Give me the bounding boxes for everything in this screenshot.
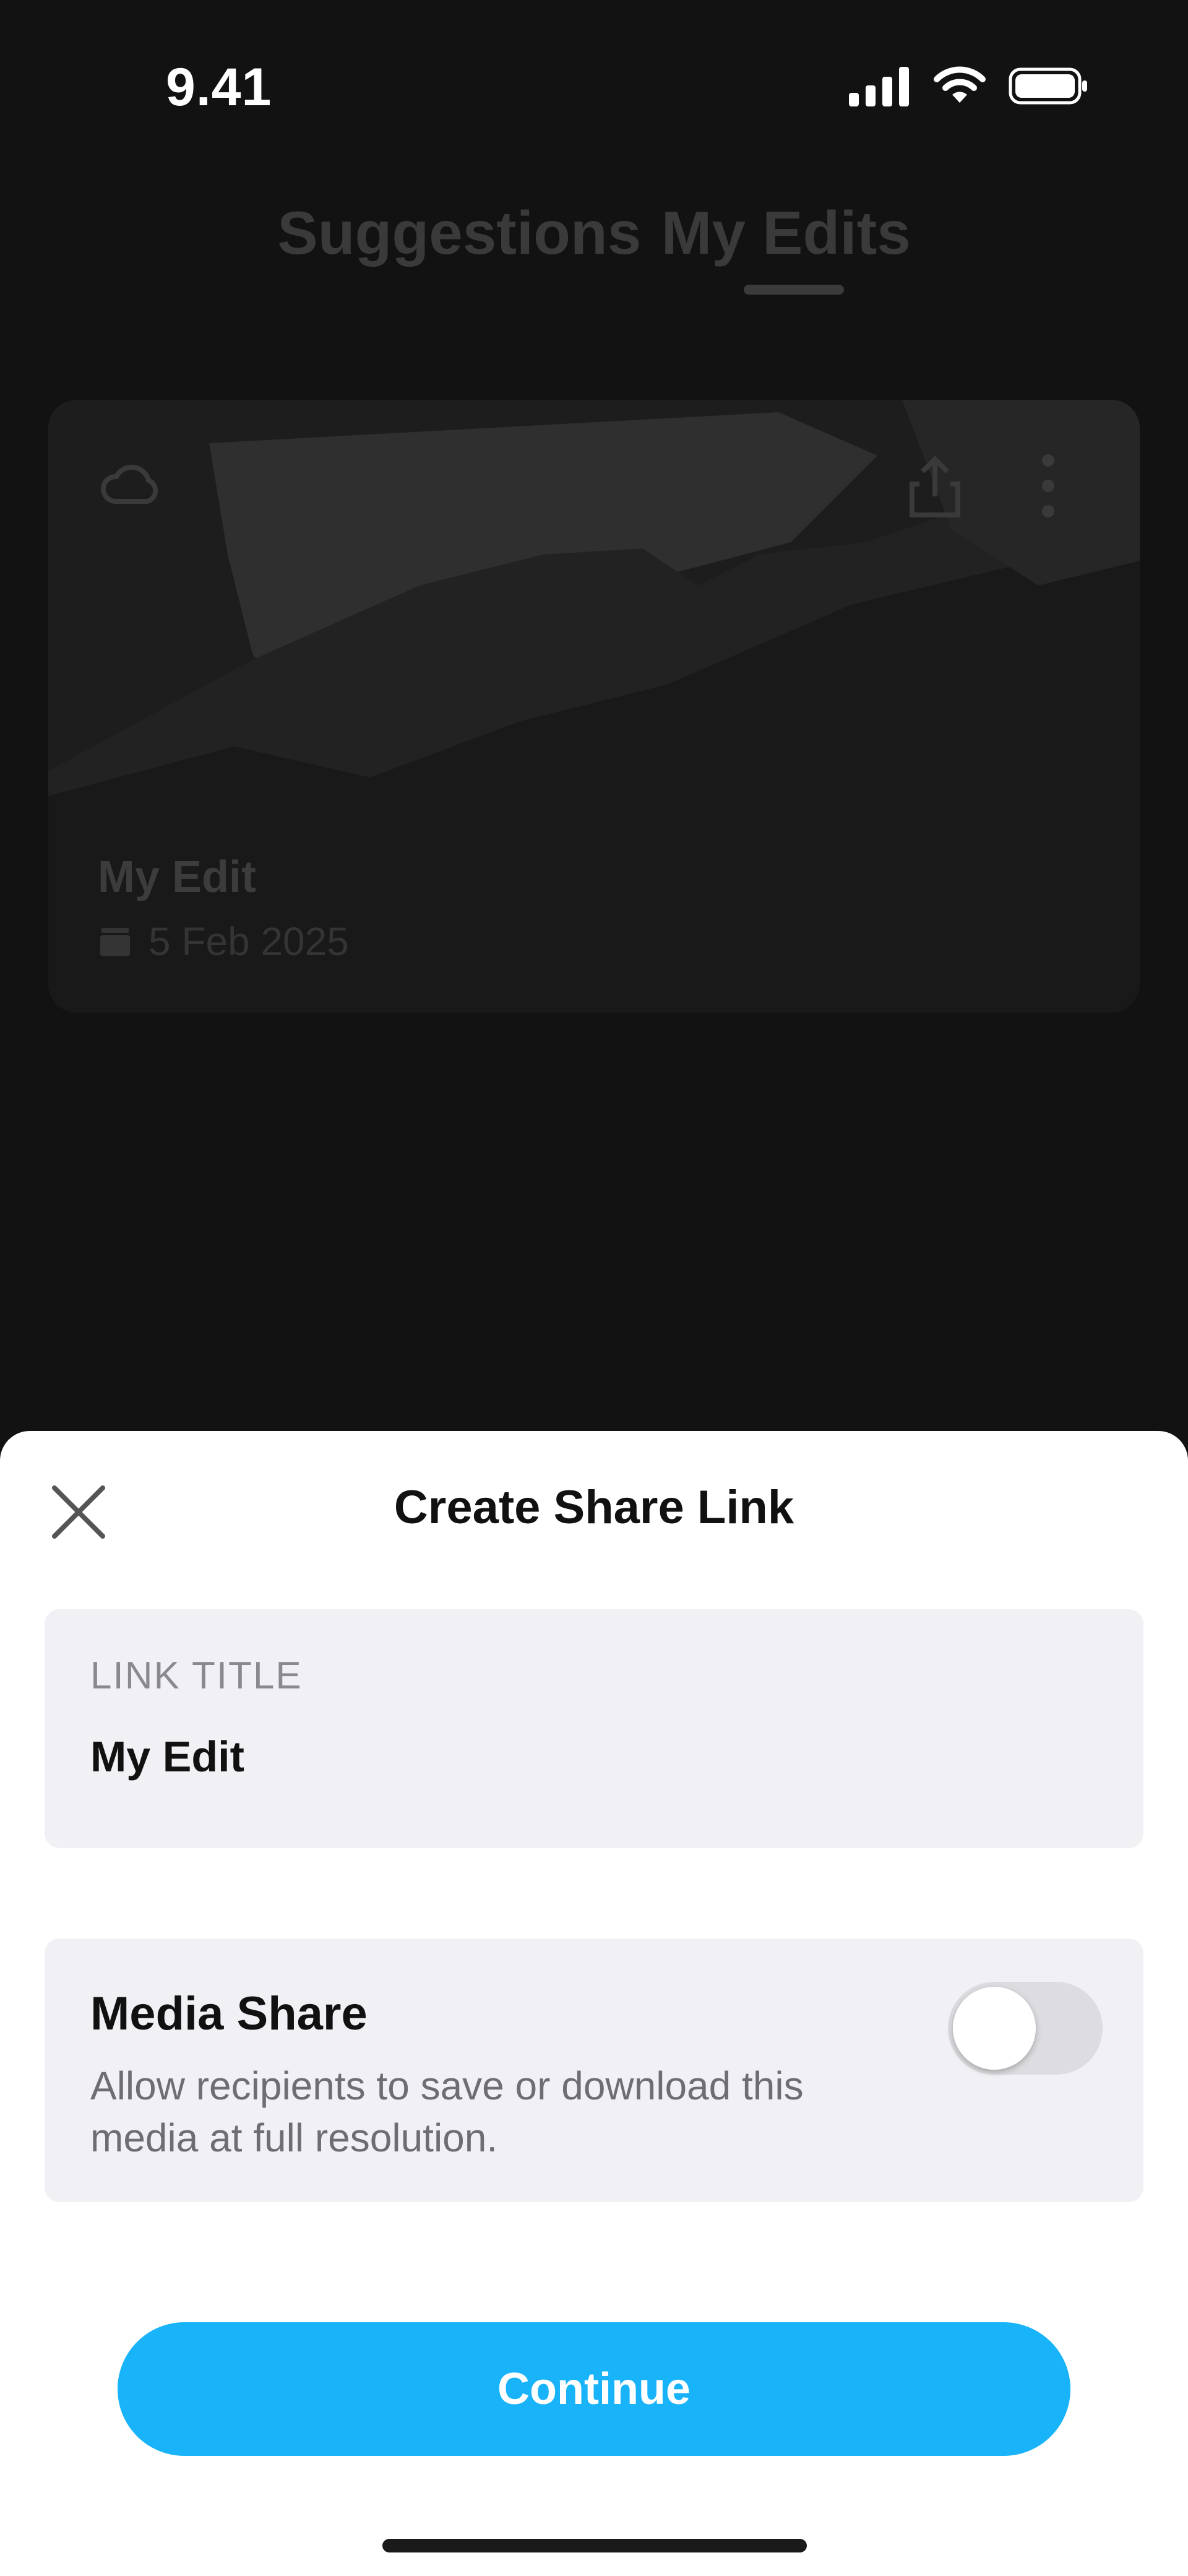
- home-indicator: [382, 2539, 807, 2552]
- tab-selected-indicator: [744, 285, 844, 295]
- edit-date-row: 5 Feb 2025: [98, 918, 349, 964]
- clapperboard-icon: [100, 928, 130, 956]
- tab-bar: Suggestions My Edits: [0, 198, 1188, 268]
- continue-button[interactable]: Continue: [118, 2322, 1070, 2456]
- sheet-title: Create Share Link: [394, 1481, 794, 1534]
- toggle-knob: [953, 1987, 1036, 2070]
- edit-title: My Edit: [98, 852, 257, 902]
- share-icon[interactable]: [907, 453, 963, 521]
- media-share-description: Allow recipients to save or download thi…: [90, 2064, 804, 2160]
- link-title-label: LINK TITLE: [90, 1654, 303, 1697]
- battery-icon: [1009, 67, 1087, 105]
- media-share-toggle[interactable]: [948, 1982, 1103, 2075]
- share-link-sheet: Create Share Link LINK TITLE Media Share…: [0, 1431, 1188, 2576]
- wifi-icon: [934, 66, 986, 103]
- tab-suggestions[interactable]: Suggestions: [277, 198, 641, 268]
- status-time: 9.41: [166, 58, 272, 117]
- status-bar: 9.41: [0, 0, 1188, 186]
- media-share-section: Media Share Allow recipients to save or …: [45, 1938, 1143, 2202]
- tab-my-edits[interactable]: My Edits: [661, 198, 911, 268]
- status-icons: [849, 66, 1089, 106]
- link-title-field[interactable]: LINK TITLE: [45, 1609, 1143, 1848]
- link-title-input[interactable]: [90, 1732, 1093, 1781]
- signal-icon: [849, 67, 909, 106]
- more-icon[interactable]: [1041, 452, 1056, 520]
- cloud-icon[interactable]: [100, 460, 162, 510]
- edit-date: 5 Feb 2025: [148, 919, 349, 964]
- edit-card[interactable]: My Edit 5 Feb 2025: [48, 400, 1140, 1013]
- media-share-title: Media Share: [90, 1987, 368, 2040]
